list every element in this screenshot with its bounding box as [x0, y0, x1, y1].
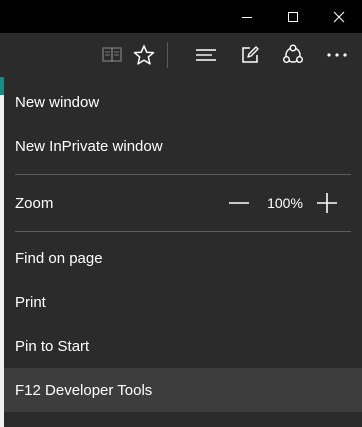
zoom-out-button[interactable] [226, 189, 252, 217]
menu-item-label: F12 Developer Tools [15, 381, 153, 399]
more-actions-icon [326, 52, 348, 58]
maximize-button[interactable] [270, 0, 316, 33]
menu-item-find-on-page[interactable]: Find on page [4, 236, 362, 280]
title-bar [0, 0, 362, 33]
hub-button[interactable] [186, 33, 226, 77]
menu-item-label: Print [15, 293, 46, 311]
zoom-row: Zoom 100% [4, 181, 362, 225]
menu-item-label: New InPrivate window [15, 137, 163, 155]
menu-item-print[interactable]: Print [4, 280, 362, 324]
make-web-note-button[interactable] [230, 33, 270, 77]
browser-toolbar [0, 33, 362, 77]
zoom-label: Zoom [15, 194, 54, 212]
menu-item-label: Pin to Start [15, 337, 90, 355]
zoom-level: 100% [267, 195, 303, 211]
menu-item-label: Find on page [15, 249, 103, 267]
reading-view-icon [101, 45, 123, 65]
more-actions-button[interactable] [317, 33, 357, 77]
more-actions-menu: New window New InPrivate window Zoom 100… [4, 77, 362, 427]
menu-item-pin-to-start[interactable]: Pin to Start [4, 324, 362, 368]
favorites-star-icon [133, 44, 155, 66]
menu-divider [15, 231, 351, 232]
hub-icon [195, 47, 217, 63]
web-note-icon [240, 45, 260, 65]
minimize-button[interactable] [224, 0, 270, 33]
minus-icon [228, 201, 250, 205]
minimize-icon [241, 11, 253, 23]
menu-item-new-inprivate-window[interactable]: New InPrivate window [4, 124, 362, 168]
menu-divider [15, 174, 351, 175]
edge-browser-window: New window New InPrivate window Zoom 100… [0, 0, 362, 427]
menu-item-new-window[interactable]: New window [4, 80, 362, 124]
menu-item-label: New window [15, 93, 100, 111]
share-icon [281, 44, 305, 66]
plus-icon [316, 192, 338, 214]
add-to-favorites-button[interactable] [124, 33, 164, 77]
menu-item-f12-developer-tools[interactable]: F12 Developer Tools [4, 368, 362, 412]
close-button[interactable] [316, 0, 362, 33]
toolbar-separator [167, 42, 168, 68]
close-icon [333, 11, 345, 23]
zoom-in-button[interactable] [314, 189, 340, 217]
share-button[interactable] [273, 33, 313, 77]
maximize-icon [287, 11, 299, 23]
